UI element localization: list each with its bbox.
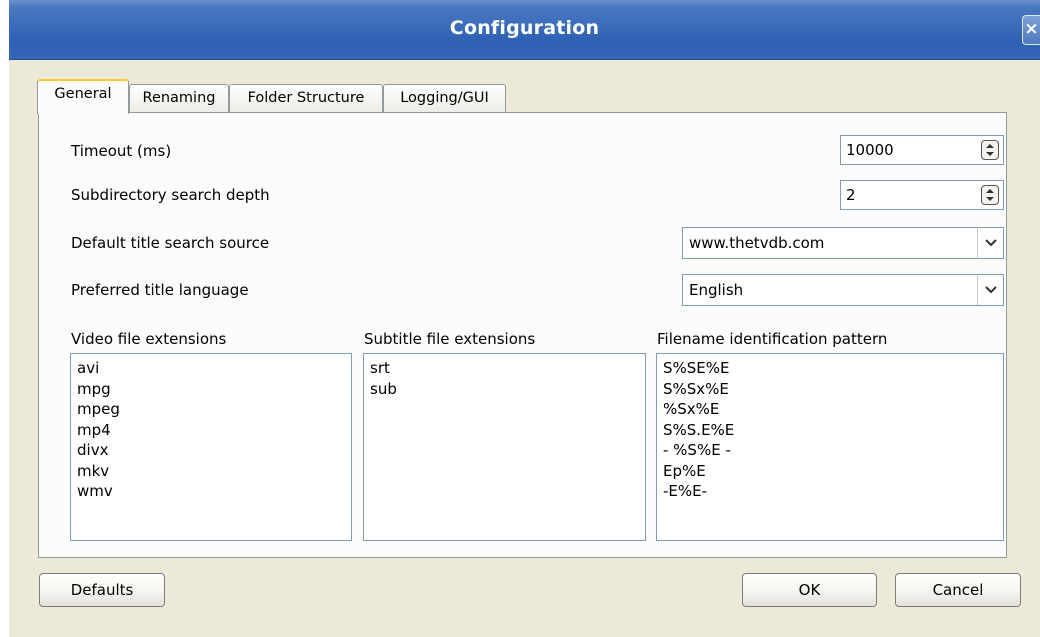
list-item: mkv [77, 461, 110, 480]
tab-label: Renaming [142, 90, 216, 106]
list-item: Ep%E [663, 461, 706, 480]
dropdown-button[interactable] [977, 228, 1003, 258]
tab-folder-structure[interactable]: Folder Structure [229, 84, 383, 112]
title-source-label: Default title search source [71, 234, 270, 252]
spinner-icon[interactable] [981, 140, 999, 160]
tab-renaming[interactable]: Renaming [129, 84, 229, 112]
window-title: Configuration [449, 17, 600, 39]
list-item: srt [370, 359, 390, 377]
timeout-value[interactable]: 10000 [846, 141, 894, 159]
filename-pattern-textarea[interactable]: S%SE%E S%Sx%E %Sx%E S%S.E%E - %S%E - Ep%… [656, 353, 1004, 541]
list-item: sub [370, 379, 397, 398]
tab-label: Folder Structure [247, 90, 365, 106]
title-language-value: English [689, 281, 744, 299]
video-extensions-textarea[interactable]: avi mpg mpeg mp4 divx mkv wmv [70, 353, 352, 541]
timeout-label: Timeout (ms) [71, 142, 172, 160]
title-language-select[interactable]: English [682, 274, 1004, 306]
ok-button[interactable]: OK [742, 573, 877, 607]
subdirectory-depth-label: Subdirectory search depth [71, 186, 270, 204]
tab-label: General [54, 86, 112, 102]
list-item: S%S.E%E [663, 420, 735, 439]
dropdown-button[interactable] [977, 275, 1003, 305]
subdirectory-depth-spinner[interactable]: 2 [840, 180, 1004, 210]
list-item: - %S%E - [663, 441, 731, 459]
title-bar[interactable]: Configuration × [9, 0, 1040, 60]
list-item: -E%E- [663, 482, 708, 500]
filename-pattern-label: Filename identification pattern [657, 330, 888, 348]
list-item: mp4 [77, 420, 111, 439]
list-item: wmv [77, 482, 113, 500]
tab-label: Logging/GUI [400, 90, 489, 106]
video-extensions-label: Video file extensions [71, 330, 227, 348]
subtitle-extensions-label: Subtitle file extensions [364, 330, 536, 348]
configuration-window: Configuration × General Renaming Folder … [9, 0, 1040, 637]
defaults-button[interactable]: Defaults [39, 573, 165, 607]
tab-general[interactable]: General [37, 79, 129, 114]
chevron-down-icon [985, 239, 997, 247]
tab-logging-gui[interactable]: Logging/GUI [383, 84, 506, 112]
list-item: mpg [77, 379, 111, 398]
title-source-select[interactable]: www.thetvdb.com [682, 227, 1004, 259]
chevron-down-icon [985, 286, 997, 294]
list-item: mpeg [77, 400, 120, 418]
close-icon: × [1024, 19, 1039, 39]
list-item: divx [77, 441, 109, 459]
list-item: S%Sx%E [663, 379, 729, 398]
timeout-spinner[interactable]: 10000 [840, 135, 1004, 165]
subdirectory-depth-value[interactable]: 2 [846, 186, 856, 204]
list-item: avi [77, 359, 100, 377]
cancel-button[interactable]: Cancel [895, 573, 1021, 607]
list-item: S%SE%E [663, 359, 730, 377]
list-item: %Sx%E [663, 400, 720, 418]
title-source-value: www.thetvdb.com [689, 234, 825, 252]
close-button[interactable]: × [1022, 15, 1040, 45]
subtitle-extensions-textarea[interactable]: srt sub [363, 353, 646, 541]
title-language-label: Preferred title language [71, 281, 249, 299]
spinner-icon[interactable] [981, 185, 999, 205]
